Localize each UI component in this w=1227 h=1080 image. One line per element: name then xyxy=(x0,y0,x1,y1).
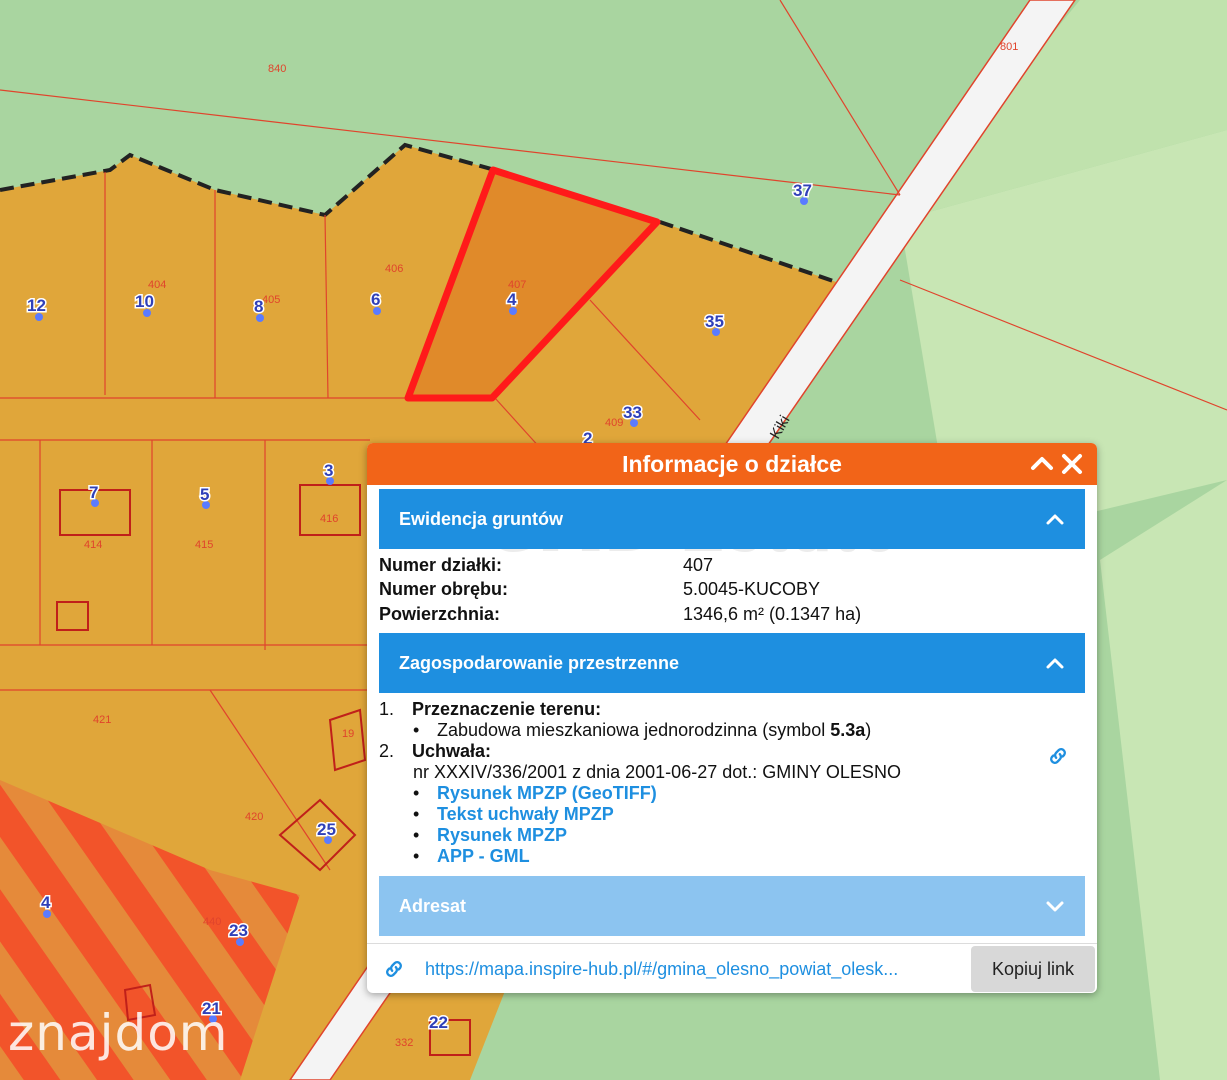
link-tekst-uchwaly[interactable]: Tekst uchwały MPZP xyxy=(437,804,614,824)
section-title: Ewidencja gruntów xyxy=(399,509,564,529)
popup-title: Informacje o działce xyxy=(622,451,842,477)
link-chain-icon xyxy=(386,961,402,977)
parcel-label: 840 xyxy=(268,63,286,75)
parcel-label: 406 xyxy=(385,263,403,275)
land-use-suffix: ) xyxy=(865,720,872,740)
link-item: Rysunek MPZP (GeoTIFF) xyxy=(379,783,1079,804)
parcel-label: 414 xyxy=(84,539,102,551)
address-number: 3 xyxy=(324,461,333,480)
parcel-label: 421 xyxy=(93,714,111,726)
parcel-label: 409 xyxy=(605,417,623,429)
close-icon[interactable] xyxy=(1059,451,1085,477)
parcel-label: 801 xyxy=(1000,41,1018,53)
link-item: Tekst uchwały MPZP xyxy=(379,804,1079,825)
collapse-icon[interactable] xyxy=(1029,451,1055,477)
kv-label: Numer obrębu: xyxy=(379,579,509,599)
kv-label: Powierzchnia: xyxy=(379,604,501,624)
zoning-info-list: 1. Przeznaczenie terenu: Zabudowa mieszka… xyxy=(379,699,1079,867)
land-use-symbol: 5.3a xyxy=(830,720,866,740)
address-number: 35 xyxy=(705,312,724,331)
chevron-up-icon xyxy=(1046,514,1064,525)
address-number: 23 xyxy=(229,921,248,940)
address-number: 8 xyxy=(254,297,263,316)
parcel-label: 440 xyxy=(203,916,221,928)
address-number: 4 xyxy=(41,893,51,912)
address-number: 10 xyxy=(135,292,154,311)
address-number: 12 xyxy=(27,296,46,315)
parcel-label: 404 xyxy=(148,279,166,291)
link-chain-icon[interactable] xyxy=(1047,745,1069,767)
resolution-text: nr XXXIV/336/2001 z dnia 2001-06-27 dot.… xyxy=(413,762,901,782)
address-number: 22 xyxy=(429,1013,448,1032)
list-label: Przeznaczenie terenu: xyxy=(412,699,602,719)
chevron-down-icon xyxy=(1046,901,1064,912)
land-use-text: Zabudowa mieszkaniowa jednorodzinna (sym… xyxy=(379,720,1079,741)
list-number: 2. xyxy=(379,741,395,761)
link-item: APP - GML xyxy=(379,846,1079,867)
section-title: Zagospodarowanie przestrzenne xyxy=(399,653,680,673)
parcel-label: 19 xyxy=(342,728,354,740)
section-adresat[interactable]: Adresat xyxy=(379,876,1085,936)
popup-header: Informacje o działce xyxy=(367,443,1097,485)
list-number: 1. xyxy=(379,699,395,719)
parcel-label: 415 xyxy=(195,539,213,551)
address-number: 33 xyxy=(623,403,642,422)
parcel-label: 420 xyxy=(245,811,263,823)
address-number: 6 xyxy=(371,290,380,309)
land-use-description: Zabudowa mieszkaniowa jednorodzinna (sym… xyxy=(437,720,831,740)
section-zagospodarowanie[interactable]: Zagospodarowanie przestrzenne xyxy=(379,633,1085,693)
site-watermark: znajdom xyxy=(8,1004,229,1062)
address-number: 25 xyxy=(317,820,336,839)
link-rysunek-mpzp[interactable]: Rysunek MPZP xyxy=(437,825,567,845)
address-number: 5 xyxy=(200,485,209,504)
kv-label: Numer działki: xyxy=(379,555,503,575)
parcel-label: 405 xyxy=(262,294,280,306)
list-item: 1. Przeznaczenie terenu: xyxy=(379,699,1079,720)
parcel-info-popup: Informacje o działce GMD Estate Ewidencj… xyxy=(367,443,1097,993)
chevron-up-icon xyxy=(1046,658,1064,669)
address-number: 7 xyxy=(89,483,98,502)
address-number: 4 xyxy=(507,290,517,309)
list-item: 2. Uchwała: xyxy=(379,741,1079,762)
share-url[interactable]: https://mapa.inspire-hub.pl/#/gmina_oles… xyxy=(425,959,965,980)
link-item: Rysunek MPZP xyxy=(379,825,1079,846)
kv-value: 5.0045-KUCOBY xyxy=(683,579,821,599)
section-ewidencja-gruntow[interactable]: Ewidencja gruntów xyxy=(379,489,1085,549)
link-app-gml[interactable]: APP - GML xyxy=(437,846,530,866)
share-link-footer: https://mapa.inspire-hub.pl/#/gmina_oles… xyxy=(367,943,1097,993)
link-rysunek-geotiff[interactable]: Rysunek MPZP (GeoTIFF) xyxy=(437,783,657,803)
kv-value: 1346,6 m² (0.1347 ha) xyxy=(683,604,862,624)
kv-value: 407 xyxy=(683,555,714,575)
list-label: Uchwała: xyxy=(412,741,492,761)
section-title: Adresat xyxy=(399,896,467,916)
address-number: 37 xyxy=(793,181,812,200)
copy-link-button[interactable]: Kopiuj link xyxy=(971,946,1095,992)
parcel-label: 416 xyxy=(320,513,338,525)
parcel-label: 332 xyxy=(395,1037,413,1049)
